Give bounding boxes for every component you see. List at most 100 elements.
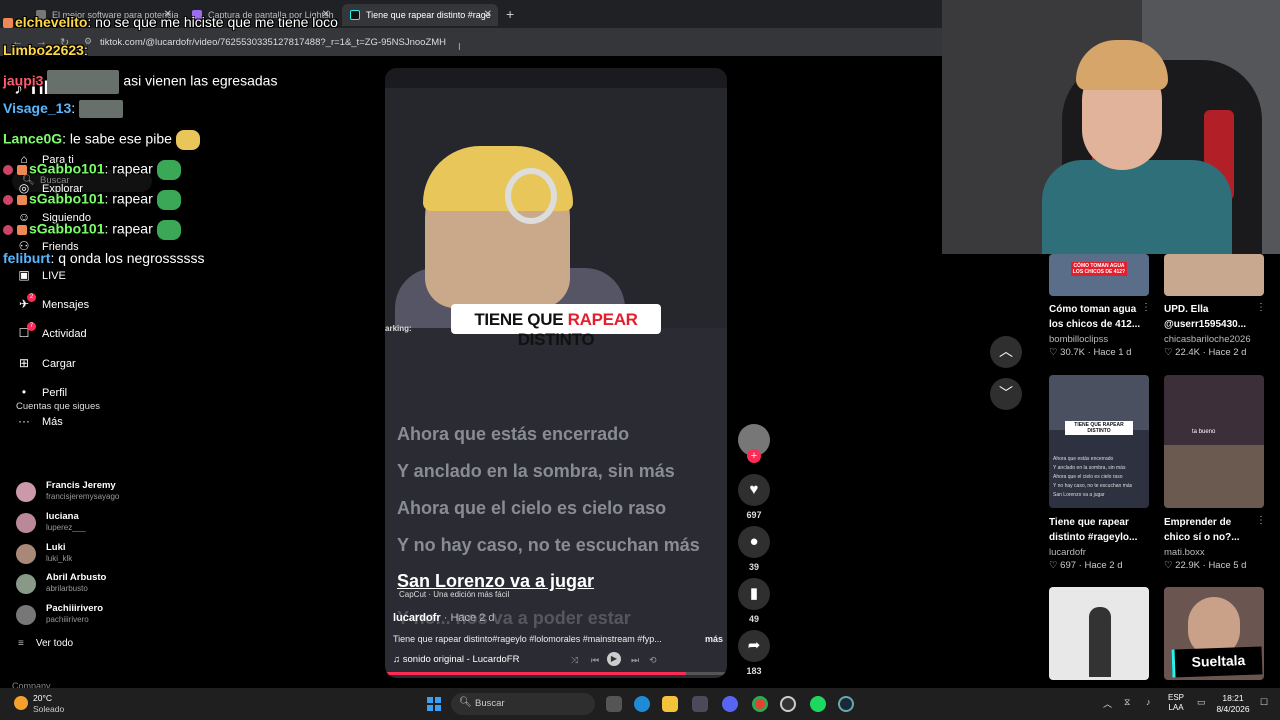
sidebar-item-mensajes[interactable]: ✈ 2 Mensajes [16, 293, 166, 317]
clock-date[interactable]: 8/4/2026 [1212, 704, 1254, 714]
comment-button[interactable]: ● 39 [738, 526, 770, 572]
repeat-icon[interactable]: ⟲ [649, 655, 657, 666]
feed-thumbnail[interactable] [1164, 254, 1264, 296]
sidebar-item-label: Mensajes [42, 299, 90, 311]
file-explorer-icon[interactable] [662, 696, 678, 712]
feed-thumbnail[interactable]: CÓMO TOMAN AGUA LOS CHICOS DE 412? [1049, 254, 1149, 296]
following-account[interactable]: Francis Jeremy francisjeremysayago [16, 480, 166, 506]
see-all-link[interactable]: ≡ Ver todo [18, 638, 73, 649]
more-options-icon[interactable]: ⋮ [1256, 515, 1266, 526]
following-account[interactable]: Abril Arbusto abrilarbusto [16, 572, 166, 598]
avatar [16, 513, 36, 533]
chat-message: elchevelito: no se que me hiciste que me… [3, 14, 338, 30]
following-account[interactable]: luciana luperez___ [16, 511, 166, 537]
lang-layout: LAA [1168, 703, 1184, 712]
feed-title-line: distinto #rageylo... [1049, 532, 1138, 543]
save-button[interactable]: ▮ 49 [738, 578, 770, 624]
heart-icon: ♥ [738, 474, 770, 506]
video-progress-bar[interactable] [385, 672, 727, 675]
following-account[interactable]: Pachiiirivero pachiiirivero [16, 603, 166, 629]
avatar [16, 605, 36, 625]
next-video-button[interactable]: ﹀ [990, 378, 1022, 410]
feed-views: 697 [1060, 560, 1077, 571]
previous-video-button[interactable]: ︿ [990, 336, 1022, 368]
account-handle: abrilarbusto [46, 584, 88, 593]
new-tab-icon[interactable]: + [506, 6, 514, 22]
video-author[interactable]: lucardofr · Hace 2 d [393, 612, 495, 624]
edge-icon[interactable] [634, 696, 650, 712]
previous-icon[interactable]: ⏮ [591, 655, 599, 666]
taskbar-search[interactable]: 🔍︎ Buscar [451, 693, 595, 715]
feed-title-line: @userr1595430... [1164, 319, 1247, 330]
tray-chevron-up-icon[interactable]: ︿ [1103, 697, 1112, 710]
sound-name: sonido original - LucardoFR [402, 654, 520, 665]
language-indicator[interactable]: ESP LAA [1168, 693, 1184, 713]
chat-text: : rapear [104, 190, 153, 207]
video-player[interactable]: TIENE QUE RAPEAR DISTINTO arking: Ahora … [385, 68, 727, 678]
account-handle: pachiiirivero [46, 615, 89, 624]
notifications-icon[interactable]: ☐ [1260, 697, 1268, 708]
task-view-icon[interactable] [606, 696, 622, 712]
lyric-line: Y no hay caso, no te escuchan más [397, 535, 700, 555]
video-sound[interactable]: ♫ sonido original - LucardoFR [393, 654, 519, 665]
chrome-icon[interactable] [752, 696, 768, 712]
feed-title-line: los chicos de 412... [1049, 319, 1141, 330]
follow-plus-icon[interactable]: + [747, 449, 761, 463]
lyric-line: Ahora que estás encerrado [397, 424, 630, 444]
steam-icon[interactable] [838, 696, 854, 712]
more-link[interactable]: más [705, 634, 723, 644]
feed-user[interactable]: lucardofr [1049, 547, 1086, 558]
profile-icon: • [21, 385, 27, 399]
mic-icon[interactable]: ♪ [1146, 697, 1151, 707]
close-icon[interactable]: ✕ [484, 9, 492, 20]
shuffle-icon[interactable]: ⤨ [571, 655, 578, 666]
chat-badge-icon [3, 18, 13, 29]
video-caption: TIENE QUE RAPEAR DISTINTO [451, 304, 661, 349]
account-name: Francis Jeremy [46, 480, 116, 491]
feed-views: 22.4K [1175, 347, 1200, 358]
wifi-icon[interactable]: ▭ [1197, 697, 1206, 708]
thumbnail-lyric: Y anclado en la sombra, sin más [1053, 465, 1126, 471]
play-icon[interactable]: ▶ [607, 652, 621, 666]
weather-desc[interactable]: Soleado [33, 704, 64, 714]
network-icon[interactable]: ⧖ [1124, 697, 1130, 708]
chat-badge-icon [3, 195, 13, 205]
windows-taskbar: 20°C Soleado 🔍︎ Buscar ︿ ⧖ ♪ ESP LAA ▭ 18… [0, 688, 1280, 720]
feed-user[interactable]: bombilloclipss [1049, 334, 1108, 345]
following-account[interactable]: Luki luki_klk [16, 542, 166, 568]
weather-sun-icon[interactable] [14, 696, 28, 710]
more-options-icon[interactable]: ⋮ [1141, 302, 1151, 313]
chat-username: sGabbo101 [29, 220, 105, 237]
feed-user[interactable]: mati.boxx [1164, 547, 1205, 558]
feed-title[interactable]: Tiene que rapear distinto #rageylo... [1049, 515, 1159, 545]
sidebar-item-mas[interactable]: ··· Más [16, 414, 166, 434]
feed-thumbnail[interactable] [1049, 587, 1149, 680]
windows-start-icon[interactable] [427, 697, 441, 711]
feed-user[interactable]: chicasbariloche2026 [1164, 334, 1251, 345]
weather-temp[interactable]: 20°C [33, 693, 52, 703]
clock-time[interactable]: 18:21 [1218, 693, 1248, 703]
chat-username: Visage_13 [3, 100, 72, 116]
account-name: Luki [46, 542, 66, 553]
like-button[interactable]: ♥ 697 [738, 474, 770, 520]
capcut-label[interactable]: CapCut · Una edición más fácil [399, 590, 509, 599]
chat-text: : [83, 42, 88, 58]
store-icon[interactable] [692, 696, 708, 712]
sidebar-item-actividad[interactable]: ☐ 7 Actividad [16, 322, 166, 346]
search-icon: 🔍︎ [459, 697, 472, 708]
share-icon: ➦ [738, 630, 770, 662]
next-icon[interactable]: ⏭ [631, 655, 639, 666]
discord-icon[interactable] [722, 696, 738, 712]
feed-stats: ♡ 30.7K · Hace 1 d [1049, 347, 1132, 358]
emote-icon [156, 190, 181, 210]
chat-username: Lance0G [3, 130, 63, 147]
feed-thumbnail[interactable]: ta bueno [1164, 375, 1264, 508]
github-icon[interactable] [780, 696, 796, 712]
feed-age: Hace 5 d [1208, 560, 1247, 571]
spotify-icon[interactable] [810, 696, 826, 712]
share-button[interactable]: ➦ 183 [738, 630, 770, 676]
post-age: · Hace 2 d [440, 612, 495, 624]
more-options-icon[interactable]: ⋮ [1256, 302, 1266, 313]
feed-thumbnail[interactable]: TIENE QUE RAPEAR DISTINTO Ahora que está… [1049, 375, 1149, 508]
sidebar-item-cargar[interactable]: ⊞ Cargar [16, 356, 166, 376]
